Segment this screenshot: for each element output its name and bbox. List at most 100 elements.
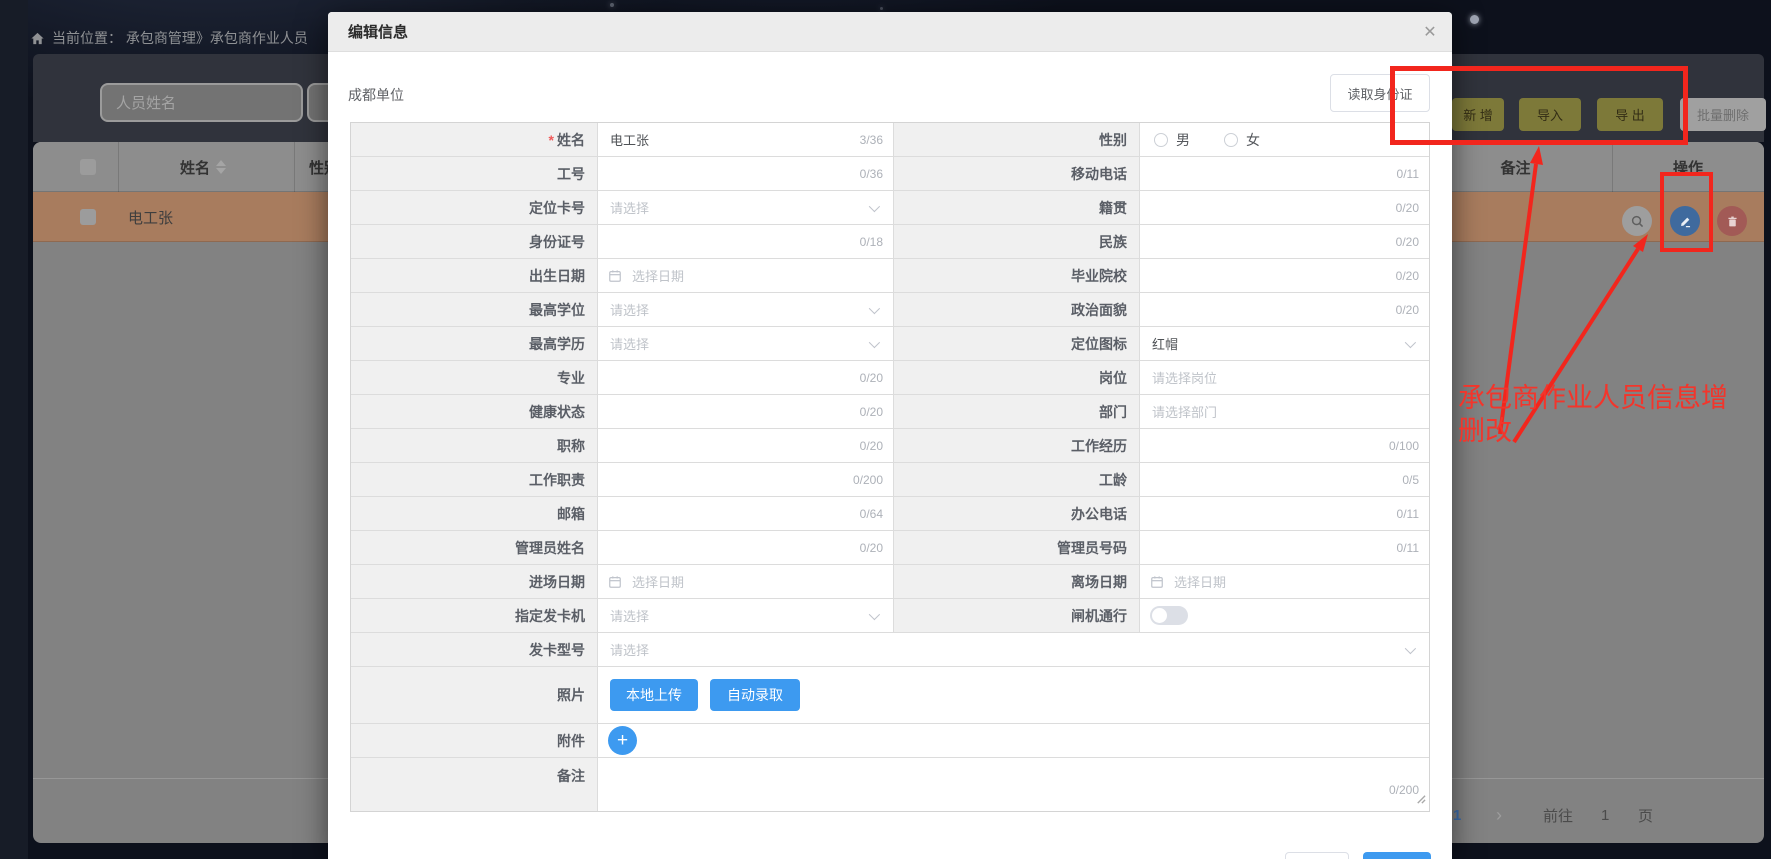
field-admin-name-counter: 0/20 bbox=[860, 541, 893, 555]
field-employee-no-label: 工号 bbox=[351, 157, 598, 190]
field-work-exp-input[interactable]: 0/100 bbox=[1140, 429, 1429, 462]
cancel-button[interactable] bbox=[1285, 852, 1349, 859]
field-work-years-input[interactable]: 0/5 bbox=[1140, 463, 1429, 496]
form-row-issuer: 指定发卡机请选择闸机通行 bbox=[351, 599, 1429, 633]
view-button[interactable] bbox=[1622, 206, 1652, 236]
pagination-goto-input[interactable]: 1 bbox=[1601, 804, 1609, 826]
field-degree-placeholder: 请选择 bbox=[598, 300, 649, 319]
field-gate-pass-input[interactable] bbox=[1140, 599, 1429, 632]
resize-handle[interactable] bbox=[1415, 791, 1426, 809]
field-health-input[interactable]: 0/20 bbox=[598, 395, 894, 428]
radio-icon[interactable] bbox=[1154, 133, 1168, 147]
form-row-degree: 最高学位请选择政治面貌0/20 bbox=[351, 293, 1429, 327]
search-input[interactable]: 人员姓名 bbox=[100, 83, 303, 122]
field-card-model-input[interactable]: 请选择 bbox=[598, 633, 1429, 666]
field-admin-no-input[interactable]: 0/11 bbox=[1140, 531, 1429, 564]
field-mobile-label: 移动电话 bbox=[894, 157, 1140, 190]
field-card-model-label: 发卡型号 bbox=[351, 633, 598, 666]
field-gender-input[interactable]: 男女 bbox=[1140, 123, 1429, 156]
field-education-label: 最高学历 bbox=[351, 327, 598, 360]
select-all-checkbox[interactable] bbox=[80, 159, 96, 175]
radio-option-0[interactable]: 男 bbox=[1154, 130, 1190, 150]
field-major-input[interactable]: 0/20 bbox=[598, 361, 894, 394]
form-row-employee-no: 工号 0/36移动电话0/11 bbox=[351, 157, 1429, 191]
field-duties-counter: 0/200 bbox=[853, 473, 893, 487]
field-locator-card-input[interactable]: 请选择 bbox=[598, 191, 894, 224]
breadcrumb-text: 当前位置： 承包商管理》承包商作业人员 bbox=[52, 28, 308, 48]
radio-icon[interactable] bbox=[1224, 133, 1238, 147]
form-row-card-model: 发卡型号请选择 bbox=[351, 633, 1429, 667]
pagination-page-1[interactable]: 1 bbox=[1453, 804, 1461, 826]
field-title-input[interactable]: 0/20 bbox=[598, 429, 894, 462]
radio-option-1[interactable]: 女 bbox=[1224, 130, 1260, 150]
field-gate-pass-toggle[interactable] bbox=[1150, 606, 1188, 625]
screen: 当前位置： 承包商管理》承包商作业人员 人员姓名 新 增 导入 导 出 批量删除… bbox=[0, 0, 1771, 859]
close-icon[interactable]: ✕ bbox=[1420, 22, 1440, 42]
field-department-input[interactable]: 请选择部门 bbox=[1140, 395, 1429, 428]
field-birth-date-input[interactable]: 选择日期 bbox=[598, 259, 894, 292]
field-issuer-input[interactable]: 请选择 bbox=[598, 599, 894, 632]
form-row-id-number: 身份证号0/18民族0/20 bbox=[351, 225, 1429, 259]
field-school-counter: 0/20 bbox=[1396, 269, 1429, 283]
field-entry-date-input[interactable]: 选择日期 bbox=[598, 565, 894, 598]
field-office-phone-input[interactable]: 0/11 bbox=[1140, 497, 1429, 530]
field-duties-label: 工作职责 bbox=[351, 463, 598, 496]
add-attachment-button[interactable]: + bbox=[608, 726, 637, 755]
field-birth-date-label: 出生日期 bbox=[351, 259, 598, 292]
field-employee-no-counter: 0/36 bbox=[860, 167, 893, 181]
form-row-admin-name: 管理员姓名0/20管理员号码0/11 bbox=[351, 531, 1429, 565]
field-mobile-input[interactable]: 0/11 bbox=[1140, 157, 1429, 190]
field-duties-input[interactable]: 0/200 bbox=[598, 463, 894, 496]
field-attachment-input[interactable]: + bbox=[598, 724, 1429, 757]
annotation-box-toolbar bbox=[1390, 66, 1688, 145]
field-id-number-input[interactable]: 0/18 bbox=[598, 225, 894, 258]
delete-button[interactable] bbox=[1717, 206, 1747, 236]
form-row-entry-date: 进场日期选择日期离场日期选择日期 bbox=[351, 565, 1429, 599]
field-degree-input[interactable]: 请选择 bbox=[598, 293, 894, 326]
chevron-down-icon bbox=[869, 200, 880, 211]
field-photo-input[interactable]: 本地上传自动录取 bbox=[598, 667, 1429, 723]
field-office-phone-counter: 0/11 bbox=[1397, 507, 1429, 521]
batch-delete-button[interactable]: 批量删除 bbox=[1680, 98, 1766, 131]
field-employee-no-input[interactable]: 0/36 bbox=[598, 157, 894, 190]
field-admin-no-counter: 0/11 bbox=[1397, 541, 1429, 555]
form-row-health: 健康状态0/20部门请选择部门 bbox=[351, 395, 1429, 429]
field-post-input[interactable]: 请选择岗位 bbox=[1140, 361, 1429, 394]
field-leave-date-input[interactable]: 选择日期 bbox=[1140, 565, 1429, 598]
field-name-input[interactable]: 电工张3/36 bbox=[598, 123, 894, 156]
field-entry-date-placeholder: 选择日期 bbox=[626, 572, 684, 591]
field-politics-input[interactable]: 0/20 bbox=[1140, 293, 1429, 326]
field-locator-icon-input[interactable]: 红帽 bbox=[1140, 327, 1429, 360]
sort-caret-icon[interactable] bbox=[216, 160, 226, 174]
auto-capture-button[interactable]: 自动录取 bbox=[710, 679, 800, 711]
field-locator-card-placeholder: 请选择 bbox=[598, 198, 649, 217]
field-school-input[interactable]: 0/20 bbox=[1140, 259, 1429, 292]
calendar-icon bbox=[608, 269, 622, 283]
field-attachment-label: 附件 bbox=[351, 724, 598, 757]
row-checkbox[interactable] bbox=[80, 209, 96, 225]
form-row-birth-date: 出生日期选择日期毕业院校0/20 bbox=[351, 259, 1429, 293]
field-ethnicity-input[interactable]: 0/20 bbox=[1140, 225, 1429, 258]
pagination-goto-label: 前往 bbox=[1543, 804, 1573, 826]
unit-label: 成都单位 bbox=[348, 85, 404, 105]
local-upload-button[interactable]: 本地上传 bbox=[610, 679, 698, 711]
pagination-next-icon[interactable]: › bbox=[1496, 804, 1502, 826]
resize-handle-icon bbox=[1415, 793, 1426, 804]
field-native-place-input[interactable]: 0/20 bbox=[1140, 191, 1429, 224]
calendar-icon bbox=[608, 269, 622, 283]
field-admin-name-input[interactable]: 0/20 bbox=[598, 531, 894, 564]
field-post-placeholder: 请选择岗位 bbox=[1140, 368, 1217, 387]
field-remark-input[interactable]: 0/200 bbox=[598, 758, 1429, 811]
field-email-input[interactable]: 0/64 bbox=[598, 497, 894, 530]
column-header-name[interactable]: 姓名 bbox=[133, 142, 273, 192]
confirm-button[interactable] bbox=[1363, 852, 1431, 859]
field-education-placeholder: 请选择 bbox=[598, 334, 649, 353]
form-row-major: 专业0/20岗位请选择岗位 bbox=[351, 361, 1429, 395]
field-department-placeholder: 请选择部门 bbox=[1140, 402, 1217, 421]
field-leave-date-placeholder: 选择日期 bbox=[1168, 572, 1226, 591]
modal-header: 编辑信息 ✕ bbox=[328, 12, 1452, 52]
field-department-label: 部门 bbox=[894, 395, 1140, 428]
star-dot bbox=[880, 7, 883, 10]
field-education-input[interactable]: 请选择 bbox=[598, 327, 894, 360]
radio-label: 男 bbox=[1176, 130, 1190, 150]
